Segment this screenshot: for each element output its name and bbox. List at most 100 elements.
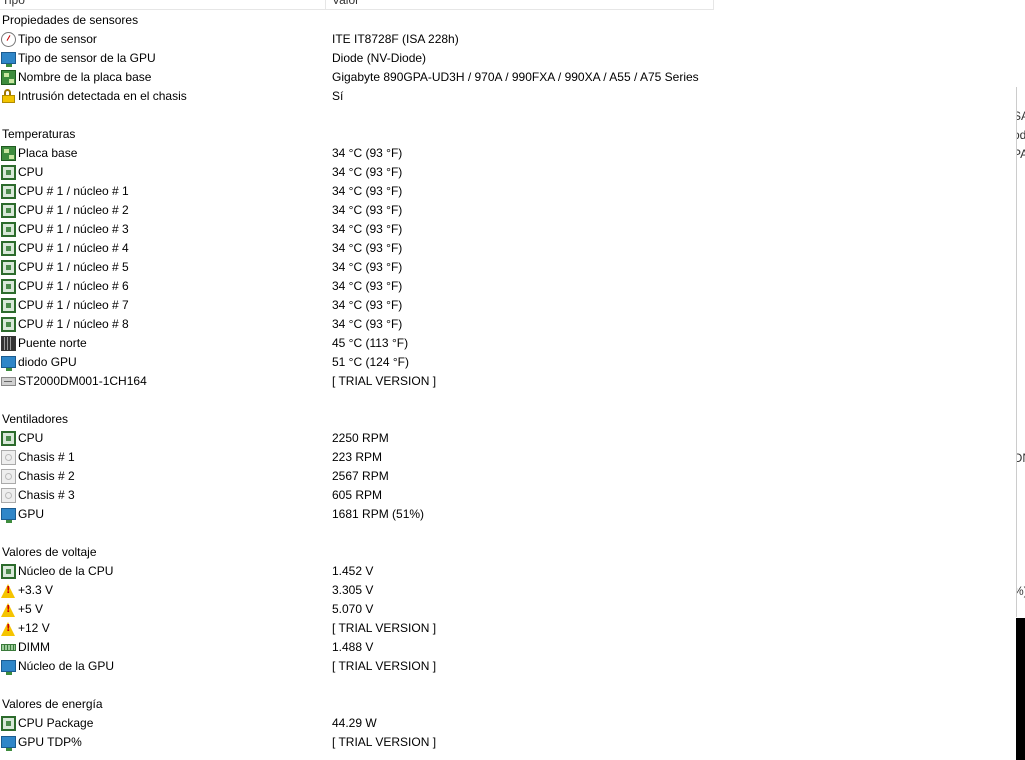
list-item[interactable]: GPU TDP% [ TRIAL VERSION ] [0, 733, 1016, 752]
fragment-text: SA [1017, 109, 1025, 123]
list-item[interactable]: CPU # 1 / núcleo # 7 34 °C (93 °F) [0, 296, 1016, 315]
monitor-icon [1, 356, 16, 371]
list-item[interactable]: diodo GPU 51 °C (124 °F) [0, 353, 1016, 372]
item-value: 5.070 V [332, 602, 374, 616]
group-label: Valores de energía [2, 697, 103, 711]
item-label: Intrusión detectada en el chasis [18, 89, 187, 103]
warning-icon [1, 622, 15, 636]
lock-icon [1, 89, 16, 104]
item-value: 34 °C (93 °F) [332, 317, 403, 331]
cpu-chip-icon [1, 184, 16, 199]
cpu-chip-icon [1, 564, 16, 579]
item-label: Núcleo de la CPU [18, 564, 114, 578]
item-label: CPU # 1 / núcleo # 1 [18, 184, 129, 198]
group-header[interactable]: Valores de voltaje [0, 543, 1016, 562]
group-label: Propiedades de sensores [2, 13, 139, 27]
list-item[interactable]: CPU # 1 / núcleo # 4 34 °C (93 °F) [0, 239, 1016, 258]
chassis-fan-icon [1, 488, 16, 503]
list-item[interactable]: CPU # 1 / núcleo # 3 34 °C (93 °F) [0, 220, 1016, 239]
list-item[interactable]: Puente norte 45 °C (113 °F) [0, 334, 1016, 353]
item-label: CPU # 1 / núcleo # 2 [18, 203, 129, 217]
list-item[interactable]: Intrusión detectada en el chasis Sí [0, 87, 1016, 106]
cpu-chip-icon [1, 317, 16, 332]
item-label: Chasis # 1 [18, 450, 75, 464]
item-label: Tipo de sensor de la GPU [18, 51, 156, 65]
warning-icon [1, 603, 15, 617]
list-item[interactable]: +3.3 V 3.305 V [0, 581, 1016, 600]
item-value: 605 RPM [332, 488, 383, 502]
list-item[interactable]: CPU 34 °C (93 °F) [0, 163, 1016, 182]
list-item[interactable]: +12 V [ TRIAL VERSION ] [0, 619, 1016, 638]
list-item[interactable]: ST2000DM001-1CH164 [ TRIAL VERSION ] [0, 372, 1016, 391]
item-value: ITE IT8728F (ISA 228h) [332, 32, 459, 46]
item-value: 51 °C (124 °F) [332, 355, 409, 369]
item-value: [ TRIAL VERSION ] [332, 659, 437, 673]
item-label: Placa base [18, 146, 78, 160]
item-value: 34 °C (93 °F) [332, 298, 403, 312]
list-item[interactable]: Tipo de sensor de la GPU Diode (NV-Diode) [0, 49, 1016, 68]
item-label: CPU [18, 165, 44, 179]
fragment-text: %) [1017, 584, 1025, 598]
list-item[interactable]: DIMM 1.488 V [0, 638, 1016, 657]
group-label: Valores de voltaje [2, 545, 97, 559]
item-label: Nombre de la placa base [18, 70, 152, 84]
item-label: CPU Package [18, 716, 94, 730]
list-item[interactable]: CPU # 1 / núcleo # 1 34 °C (93 °F) [0, 182, 1016, 201]
blank-row [0, 391, 1016, 410]
group-header[interactable]: Temperaturas [0, 125, 1016, 144]
item-value: [ TRIAL VERSION ] [332, 621, 437, 635]
column-separator[interactable] [325, 0, 326, 9]
item-value: 223 RPM [332, 450, 383, 464]
cpu-chip-icon [1, 203, 16, 218]
cpu-chip-icon [1, 165, 16, 180]
group-header[interactable]: Valores de energía [0, 695, 1016, 714]
item-label: CPU [18, 431, 44, 445]
list-item[interactable]: CPU # 1 / núcleo # 2 34 °C (93 °F) [0, 201, 1016, 220]
monitor-icon [1, 660, 16, 675]
list-item[interactable]: Núcleo de la CPU 1.452 V [0, 562, 1016, 581]
group-header[interactable]: Ventiladores [0, 410, 1016, 429]
list-item[interactable]: Chasis # 2 2567 RPM [0, 467, 1016, 486]
item-value: Gigabyte 890GPA-UD3H / 970A / 990FXA / 9… [332, 70, 699, 84]
list-item[interactable]: CPU # 1 / núcleo # 8 34 °C (93 °F) [0, 315, 1016, 334]
item-value: [ TRIAL VERSION ] [332, 374, 437, 388]
list-item[interactable]: CPU 2250 RPM [0, 429, 1016, 448]
item-label: CPU # 1 / núcleo # 7 [18, 298, 129, 312]
cpu-chip-icon [1, 298, 16, 313]
cpu-chip-icon [1, 260, 16, 275]
list-item[interactable]: Placa base 34 °C (93 °F) [0, 144, 1016, 163]
item-label: GPU TDP% [18, 735, 82, 749]
column-header-value[interactable]: Valor [332, 0, 359, 9]
column-header-type[interactable]: Tipo [2, 0, 25, 9]
northbridge-icon [1, 336, 16, 351]
group-header[interactable]: Propiedades de sensores [0, 11, 1016, 30]
list-item[interactable]: +5 V 5.070 V [0, 600, 1016, 619]
list-header: Tipo Valor [0, 0, 714, 10]
list-item[interactable]: Núcleo de la GPU [ TRIAL VERSION ] [0, 657, 1016, 676]
item-value: 34 °C (93 °F) [332, 165, 403, 179]
list-item[interactable]: Nombre de la placa base Gigabyte 890GPA-U… [0, 68, 1016, 87]
column-separator[interactable] [713, 0, 714, 9]
list-item[interactable]: Chasis # 3 605 RPM [0, 486, 1016, 505]
item-label: DIMM [18, 640, 50, 654]
item-label: Núcleo de la GPU [18, 659, 115, 673]
list-item[interactable]: Chasis # 1 223 RPM [0, 448, 1016, 467]
item-label: ST2000DM001-1CH164 [18, 374, 147, 388]
list-item[interactable]: CPU # 1 / núcleo # 5 34 °C (93 °F) [0, 258, 1016, 277]
item-label: +5 V [18, 602, 44, 616]
group-label: Temperaturas [2, 127, 76, 141]
list-item[interactable]: Tipo de sensor ITE IT8728F (ISA 228h) [0, 30, 1016, 49]
motherboard-icon [1, 146, 16, 161]
cpu-chip-icon [1, 279, 16, 294]
fragment-text: ON [1017, 451, 1025, 465]
list-item[interactable]: GPU 1681 RPM (51%) [0, 505, 1016, 524]
fragment-text: PA [1017, 147, 1025, 161]
item-label: CPU # 1 / núcleo # 6 [18, 279, 129, 293]
list-item[interactable]: CPU # 1 / núcleo # 6 34 °C (93 °F) [0, 277, 1016, 296]
item-value: 34 °C (93 °F) [332, 241, 403, 255]
cpu-chip-icon [1, 222, 16, 237]
group-label: Ventiladores [2, 412, 69, 426]
sensor-list: Propiedades de sensores Tipo de sensor ITE… [0, 11, 1016, 752]
warning-icon [1, 584, 15, 598]
list-item[interactable]: CPU Package 44.29 W [0, 714, 1016, 733]
